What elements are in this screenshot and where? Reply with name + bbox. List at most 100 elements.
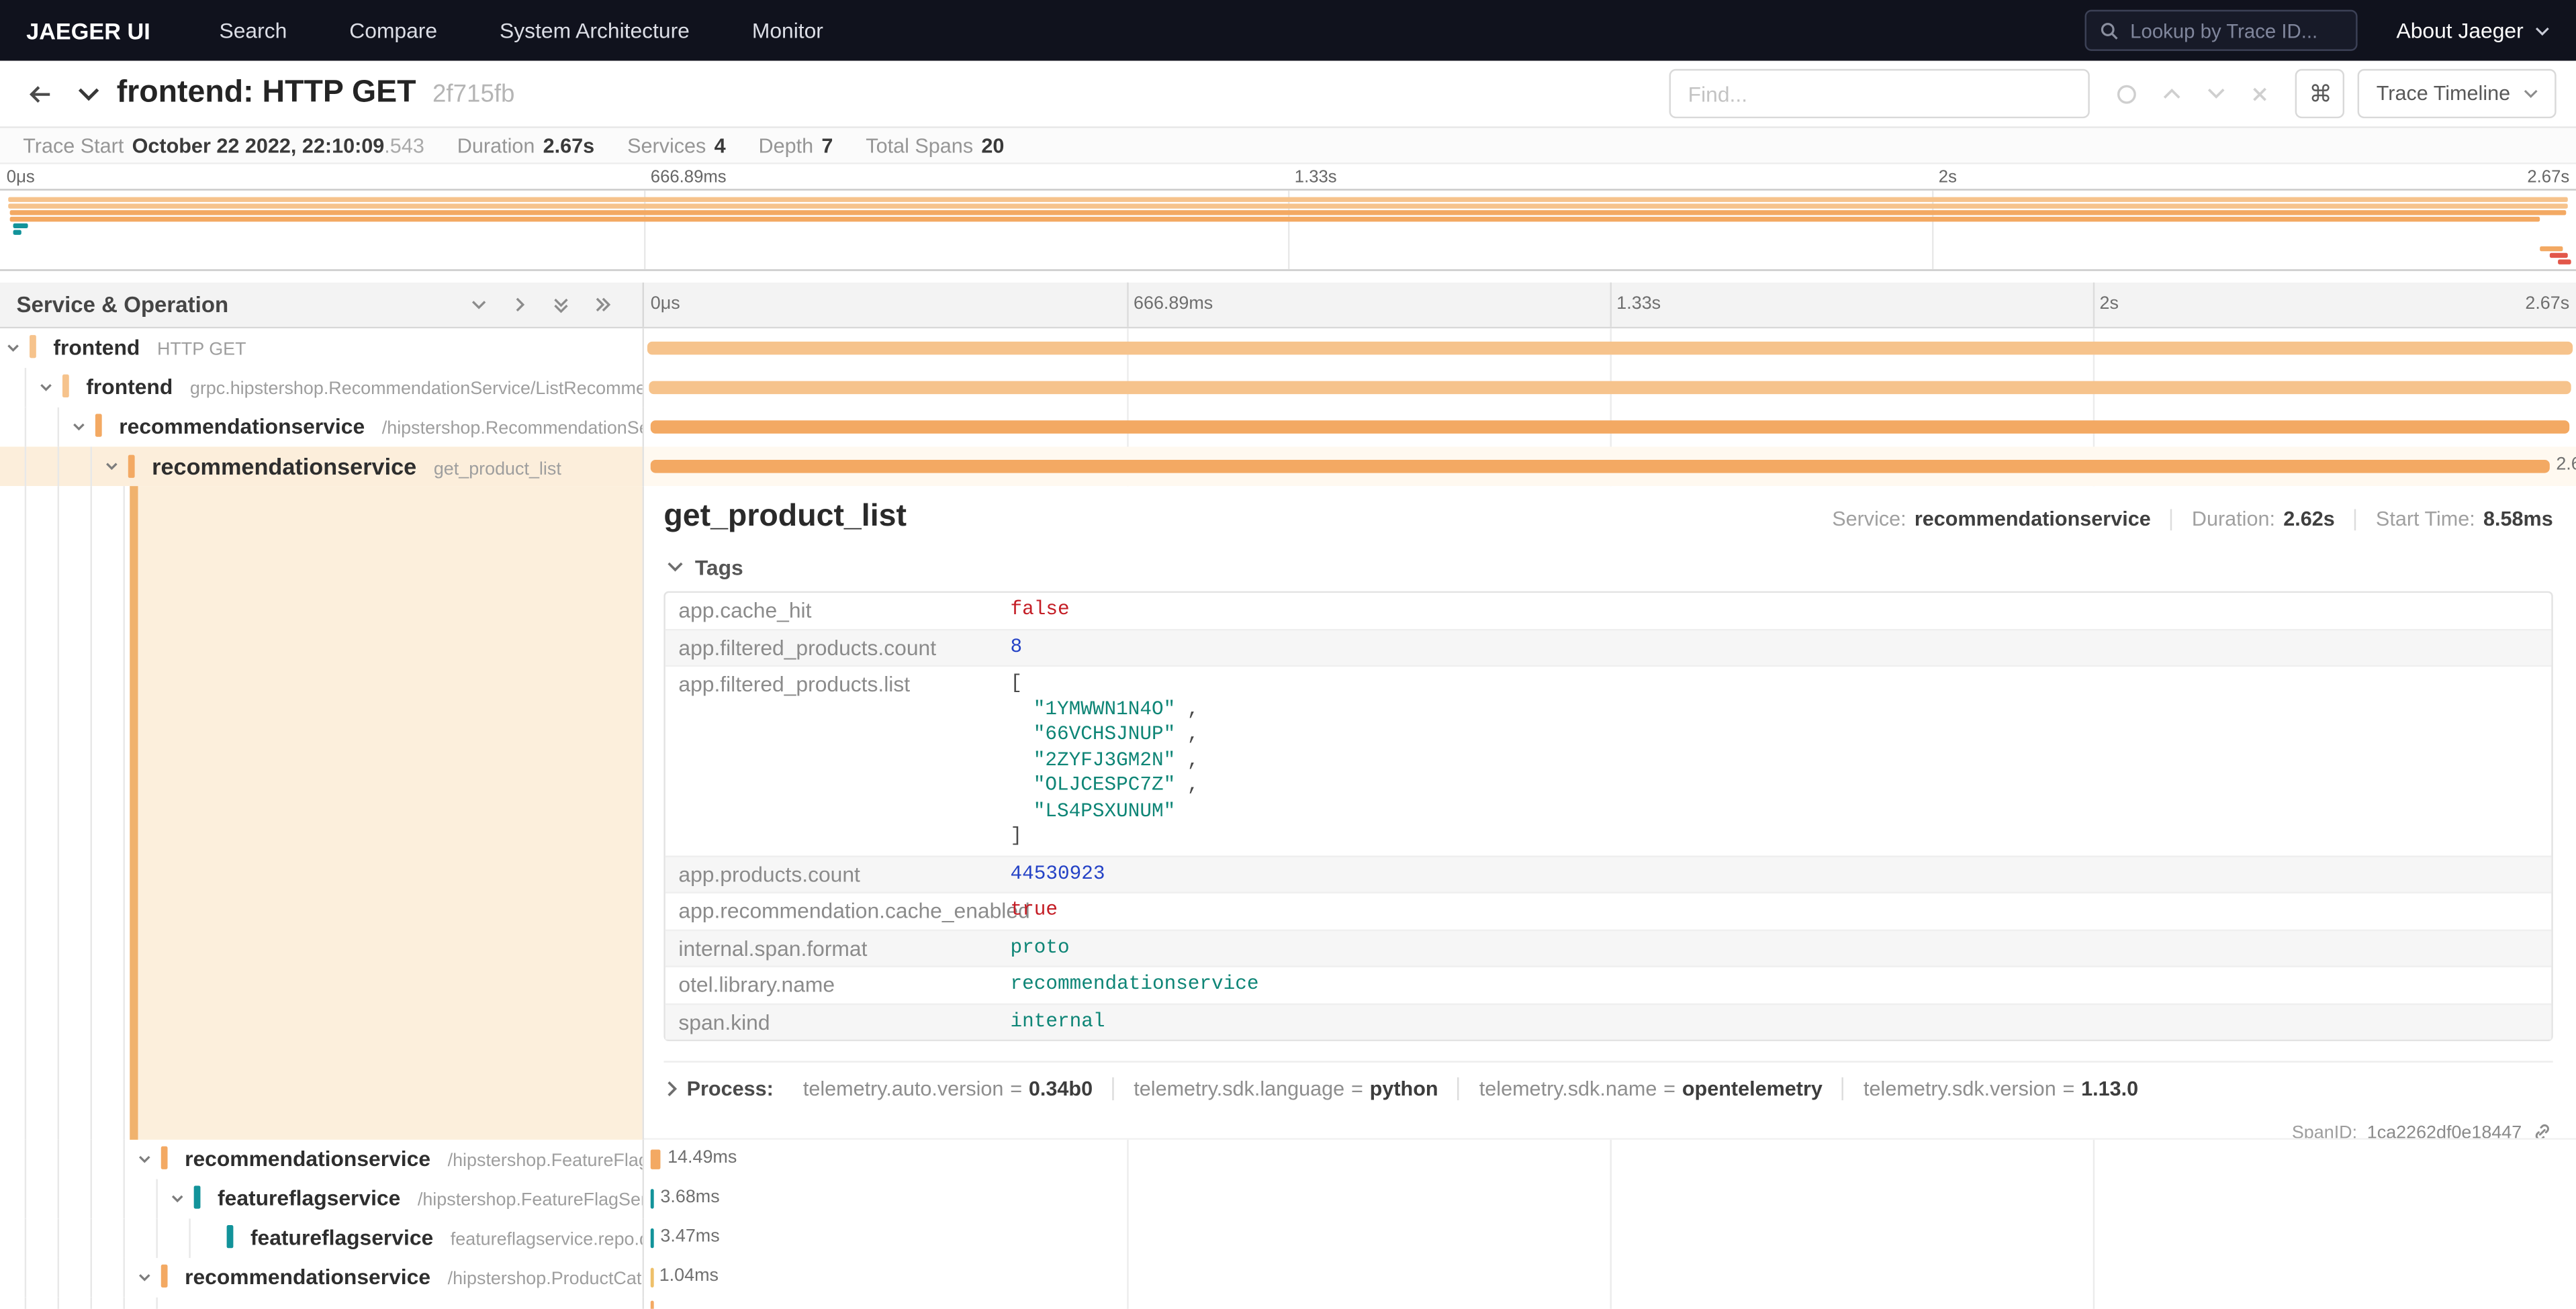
- deep-link-icon[interactable]: [2532, 1122, 2553, 1140]
- tag-row[interactable]: app.cache_hitfalse: [665, 593, 2552, 628]
- span-id-value: 1ca2262df0e18447: [2367, 1122, 2522, 1140]
- span-expand-chevron[interactable]: [38, 379, 54, 395]
- tag-row[interactable]: app.recommendation.cache_enabledtrue: [665, 891, 2552, 928]
- span-expand-chevron[interactable]: [71, 419, 87, 435]
- time-tick-label: 1.33s: [1295, 168, 1337, 187]
- span-row-label[interactable]: recommendationservice /hipstershop.Featu…: [0, 1140, 644, 1179]
- trace-id-search[interactable]: [2084, 10, 2357, 51]
- page-title: frontend: HTTP GET: [117, 76, 416, 112]
- span-row-label[interactable]: featureflagservice /hipstershop.FeatureF…: [0, 1179, 644, 1219]
- span-bar[interactable]: [648, 342, 2572, 355]
- process-label: Process:: [687, 1077, 774, 1100]
- expand-level-icon[interactable]: [511, 295, 529, 313]
- tag-row[interactable]: otel.library.namerecommendationservice: [665, 966, 2552, 1003]
- collapse-trace-header-chevron[interactable]: [67, 80, 110, 108]
- find-input[interactable]: [1670, 69, 2090, 118]
- nav-item[interactable]: System Architecture: [500, 17, 690, 42]
- span-row-label[interactable]: recommendationservice /hipstershop.Recom…: [0, 407, 644, 447]
- span-row-timeline[interactable]: 1.04ms: [644, 1258, 2576, 1298]
- trace-id-short: 2f715fb: [432, 80, 514, 108]
- back-button[interactable]: [19, 73, 67, 114]
- tag-key: app.recommendation.cache_enabled: [665, 893, 997, 929]
- tags-section-toggle[interactable]: Tags: [663, 555, 2552, 580]
- span-bar[interactable]: [649, 381, 2571, 395]
- span-row[interactable]: recommendationservice get_product_list 2…: [0, 446, 2576, 486]
- span-row[interactable]: [0, 1298, 2576, 1309]
- app-logo[interactable]: JAEGER UI: [26, 17, 150, 44]
- span-bar[interactable]: [650, 460, 2549, 473]
- span-row[interactable]: recommendationservice /hipstershop.Produ…: [0, 1258, 2576, 1298]
- meta-label: Service:: [1832, 507, 1906, 530]
- trace-view-selector[interactable]: Trace Timeline: [2358, 69, 2557, 118]
- tag-row[interactable]: app.filtered_products.count8: [665, 628, 2552, 665]
- span-row-timeline[interactable]: 2.62s: [644, 446, 2576, 486]
- find-next-button[interactable]: [2207, 87, 2227, 101]
- span-bar[interactable]: [651, 1228, 654, 1248]
- span-row-timeline[interactable]: [644, 368, 2576, 407]
- span-row[interactable]: frontend grpc.hipstershop.Recommendation…: [0, 368, 2576, 407]
- tag-key: span.kind: [665, 1004, 997, 1040]
- minimap-span-stripe: [13, 230, 21, 234]
- span-row-label[interactable]: recommendationservice /hipstershop.Produ…: [0, 1258, 644, 1298]
- trace-summary: Trace StartOctober 22 2022, 22:10:09.543…: [0, 128, 2576, 164]
- span-row-timeline[interactable]: [644, 328, 2576, 368]
- span-id-label: SpanID:: [2292, 1122, 2357, 1140]
- minimap-gridline: [1932, 191, 1933, 269]
- span-row[interactable]: featureflagservice featureflagservice.re…: [0, 1218, 2576, 1258]
- tag-key: internal.span.format: [665, 930, 997, 966]
- collapse-level-icon[interactable]: [470, 295, 488, 313]
- operation-name: /hipstershop.FeatureFlagService…: [448, 1151, 644, 1171]
- service-name: featureflagservice: [250, 1225, 433, 1250]
- span-row-timeline[interactable]: 3.68ms: [644, 1179, 2576, 1219]
- meta-separator: [2354, 508, 2356, 530]
- span-expand-chevron[interactable]: [136, 1269, 152, 1286]
- service-name: recommendationservice: [119, 414, 365, 439]
- span-row-timeline[interactable]: [644, 407, 2576, 447]
- trace-minimap[interactable]: 0μs666.89ms1.33s2s2.67s: [0, 164, 2576, 283]
- process-row[interactable]: Process: telemetry.auto.version=0.34b0te…: [663, 1061, 2552, 1115]
- span-row-timeline[interactable]: 3.47ms: [644, 1218, 2576, 1258]
- find-clear-button[interactable]: [2252, 85, 2270, 103]
- span-row-label[interactable]: recommendationservice get_product_list: [0, 446, 644, 486]
- span-bar[interactable]: [650, 1150, 661, 1169]
- span-expand-chevron[interactable]: [136, 1151, 152, 1167]
- find-prev-button[interactable]: [2163, 87, 2182, 101]
- minimap-canvas[interactable]: [0, 189, 2576, 271]
- span-row-label[interactable]: [0, 1298, 644, 1309]
- trace-toolbar: ⌘ Trace Timeline: [1670, 69, 2557, 118]
- nav-item[interactable]: Monitor: [752, 17, 823, 42]
- nav-item[interactable]: Compare: [349, 17, 437, 42]
- span-row-label[interactable]: frontend grpc.hipstershop.Recommendation…: [0, 368, 644, 407]
- span-row[interactable]: recommendationservice /hipstershop.Featu…: [0, 1140, 2576, 1179]
- find-results-icon[interactable]: [2117, 83, 2138, 105]
- span-bar[interactable]: [650, 420, 2571, 434]
- nav-item[interactable]: Search: [220, 17, 287, 42]
- about-jaeger-menu[interactable]: About Jaeger: [2397, 18, 2550, 43]
- process-tag: telemetry.sdk.version=1.13.0: [1842, 1077, 2158, 1100]
- tag-row[interactable]: span.kindinternal: [665, 1003, 2552, 1040]
- span-row-label[interactable]: featureflagservice featureflagservice.re…: [0, 1218, 644, 1258]
- tag-row[interactable]: app.filtered_products.list["1YMWWN1N4O" …: [665, 665, 2552, 855]
- tag-row[interactable]: app.products.count44530923: [665, 855, 2552, 891]
- collapse-all-icon[interactable]: [552, 295, 570, 314]
- span-row-timeline[interactable]: [644, 1298, 2576, 1309]
- top-nav-right: About Jaeger: [2084, 10, 2550, 51]
- tags-table: app.cache_hitfalseapp.filtered_products.…: [663, 591, 2552, 1041]
- span-row[interactable]: recommendationservice /hipstershop.Recom…: [0, 407, 2576, 447]
- meta-value: 2.62s: [2283, 507, 2335, 530]
- span-bar[interactable]: [651, 1189, 654, 1208]
- span-row[interactable]: featureflagservice /hipstershop.FeatureF…: [0, 1179, 2576, 1219]
- span-row-timeline[interactable]: 14.49ms: [644, 1140, 2576, 1179]
- expand-all-icon[interactable]: [593, 295, 612, 313]
- trace-id-search-input[interactable]: [2130, 19, 2342, 42]
- span-expand-chevron[interactable]: [103, 458, 120, 475]
- span-expand-chevron[interactable]: [169, 1191, 185, 1207]
- span-bar[interactable]: [651, 1268, 654, 1288]
- service-color-swatch: [227, 1225, 234, 1248]
- span-row[interactable]: frontend HTTP GET: [0, 328, 2576, 368]
- tag-row[interactable]: internal.span.formatproto: [665, 928, 2552, 965]
- keyboard-shortcuts-button[interactable]: ⌘: [2296, 69, 2345, 118]
- span-row-label[interactable]: frontend HTTP GET: [0, 328, 644, 368]
- span-expand-chevron[interactable]: [5, 340, 21, 356]
- timeline-header-left: Service & Operation: [0, 283, 644, 327]
